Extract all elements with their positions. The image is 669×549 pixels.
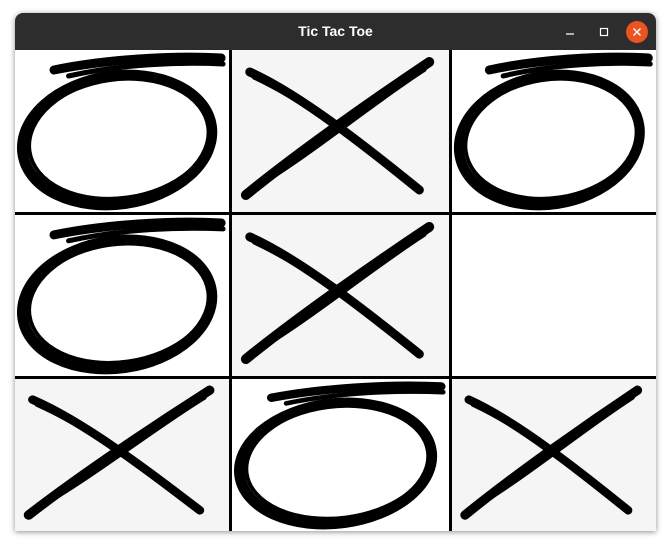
board-cell-r3-c3[interactable]: [452, 379, 656, 531]
cell-mark: [240, 221, 435, 365]
x-mark: [240, 221, 435, 365]
maximize-icon: [599, 27, 609, 37]
board-cell-r3-c2[interactable]: [232, 379, 449, 531]
o-mark: [234, 381, 446, 530]
app-window: Tic Tac Toe: [15, 13, 656, 531]
maximize-button[interactable]: [593, 21, 615, 43]
close-button[interactable]: [626, 21, 648, 43]
cell-mark: [16, 52, 226, 211]
o-mark: [16, 52, 226, 211]
cell-mark: [234, 381, 446, 530]
cell-mark: [460, 385, 643, 520]
minimize-icon: [566, 33, 574, 35]
x-mark: [240, 57, 435, 200]
cell-mark: [240, 57, 435, 200]
board-cell-r1-c1[interactable]: [15, 50, 229, 212]
x-mark: [23, 385, 215, 520]
cell-mark: [16, 217, 226, 375]
game-board: [15, 50, 656, 531]
board-cell-r3-c1[interactable]: [15, 379, 229, 531]
title-bar[interactable]: Tic Tac Toe: [15, 13, 656, 50]
minimize-button[interactable]: [559, 21, 581, 43]
board-cell-r2-c3[interactable]: [452, 215, 656, 376]
cell-mark: [23, 385, 215, 520]
board-cell-r1-c2[interactable]: [232, 50, 449, 212]
board-cell-r2-c1[interactable]: [15, 215, 229, 376]
o-mark: [16, 217, 226, 375]
cell-mark: [453, 52, 653, 211]
board-cell-r2-c2[interactable]: [232, 215, 449, 376]
o-mark: [453, 52, 653, 211]
x-mark: [460, 385, 643, 520]
close-icon: [632, 27, 642, 37]
board-cell-r1-c3[interactable]: [452, 50, 656, 212]
cell-mark: [452, 215, 656, 376]
